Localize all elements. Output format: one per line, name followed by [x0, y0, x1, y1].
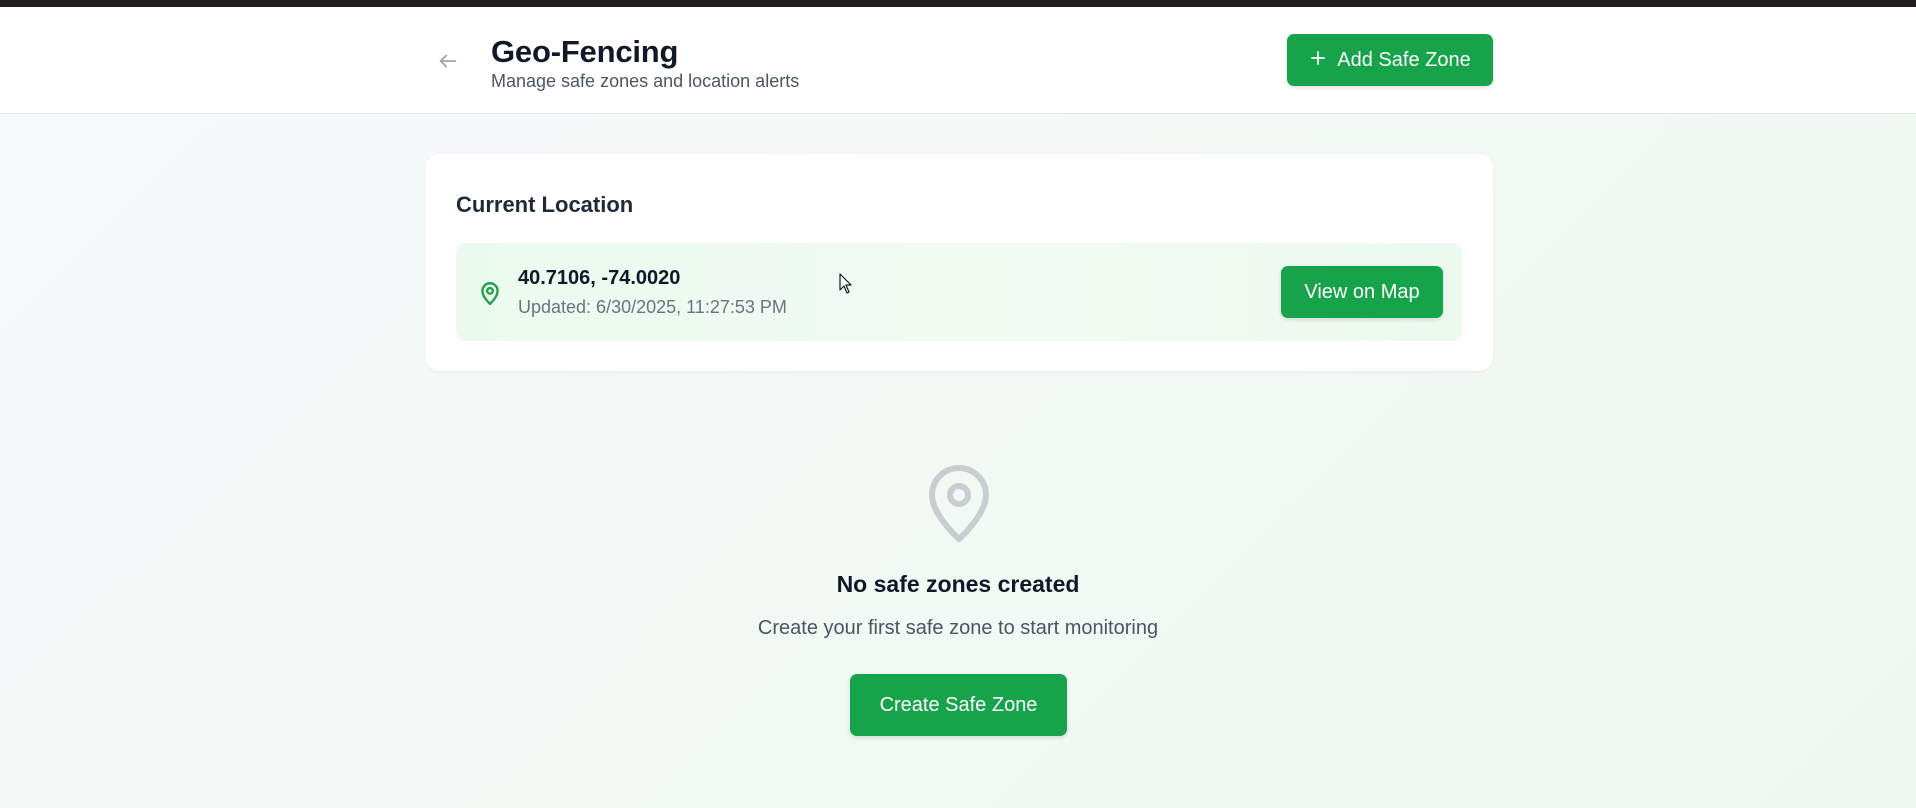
map-pin-icon	[929, 465, 989, 542]
add-safe-zone-label: Add Safe Zone	[1337, 48, 1471, 71]
create-safe-zone-button[interactable]: Create Safe Zone	[850, 674, 1067, 736]
page-header: Geo-Fencing Manage safe zones and locati…	[0, 7, 1916, 114]
current-location-card: Current Location 40.7106, -74.0020 Updat…	[425, 154, 1493, 371]
location-updated-time: Updated: 6/30/2025, 11:27:53 PM	[518, 297, 787, 317]
empty-state-title: No safe zones created	[836, 571, 1080, 597]
plus-icon	[1309, 48, 1327, 72]
empty-state-subtitle: Create your first safe zone to start mon…	[757, 617, 1159, 639]
view-on-map-button[interactable]: View on Map	[1281, 266, 1443, 318]
map-pin-icon	[481, 282, 499, 306]
arrow-left-icon	[439, 54, 457, 68]
back-button[interactable]	[434, 47, 462, 75]
mouse-cursor-icon	[839, 273, 852, 294]
page-subtitle: Manage safe zones and location alerts	[491, 71, 800, 91]
window-top-strip	[0, 0, 1916, 7]
location-coordinates: 40.7106, -74.0020	[518, 267, 681, 289]
add-safe-zone-button[interactable]: Add Safe Zone	[1287, 34, 1493, 86]
current-location-title: Current Location	[456, 192, 634, 217]
location-row: 40.7106, -74.0020 Updated: 6/30/2025, 11…	[456, 243, 1462, 341]
page-title: Geo-Fencing	[491, 34, 679, 69]
